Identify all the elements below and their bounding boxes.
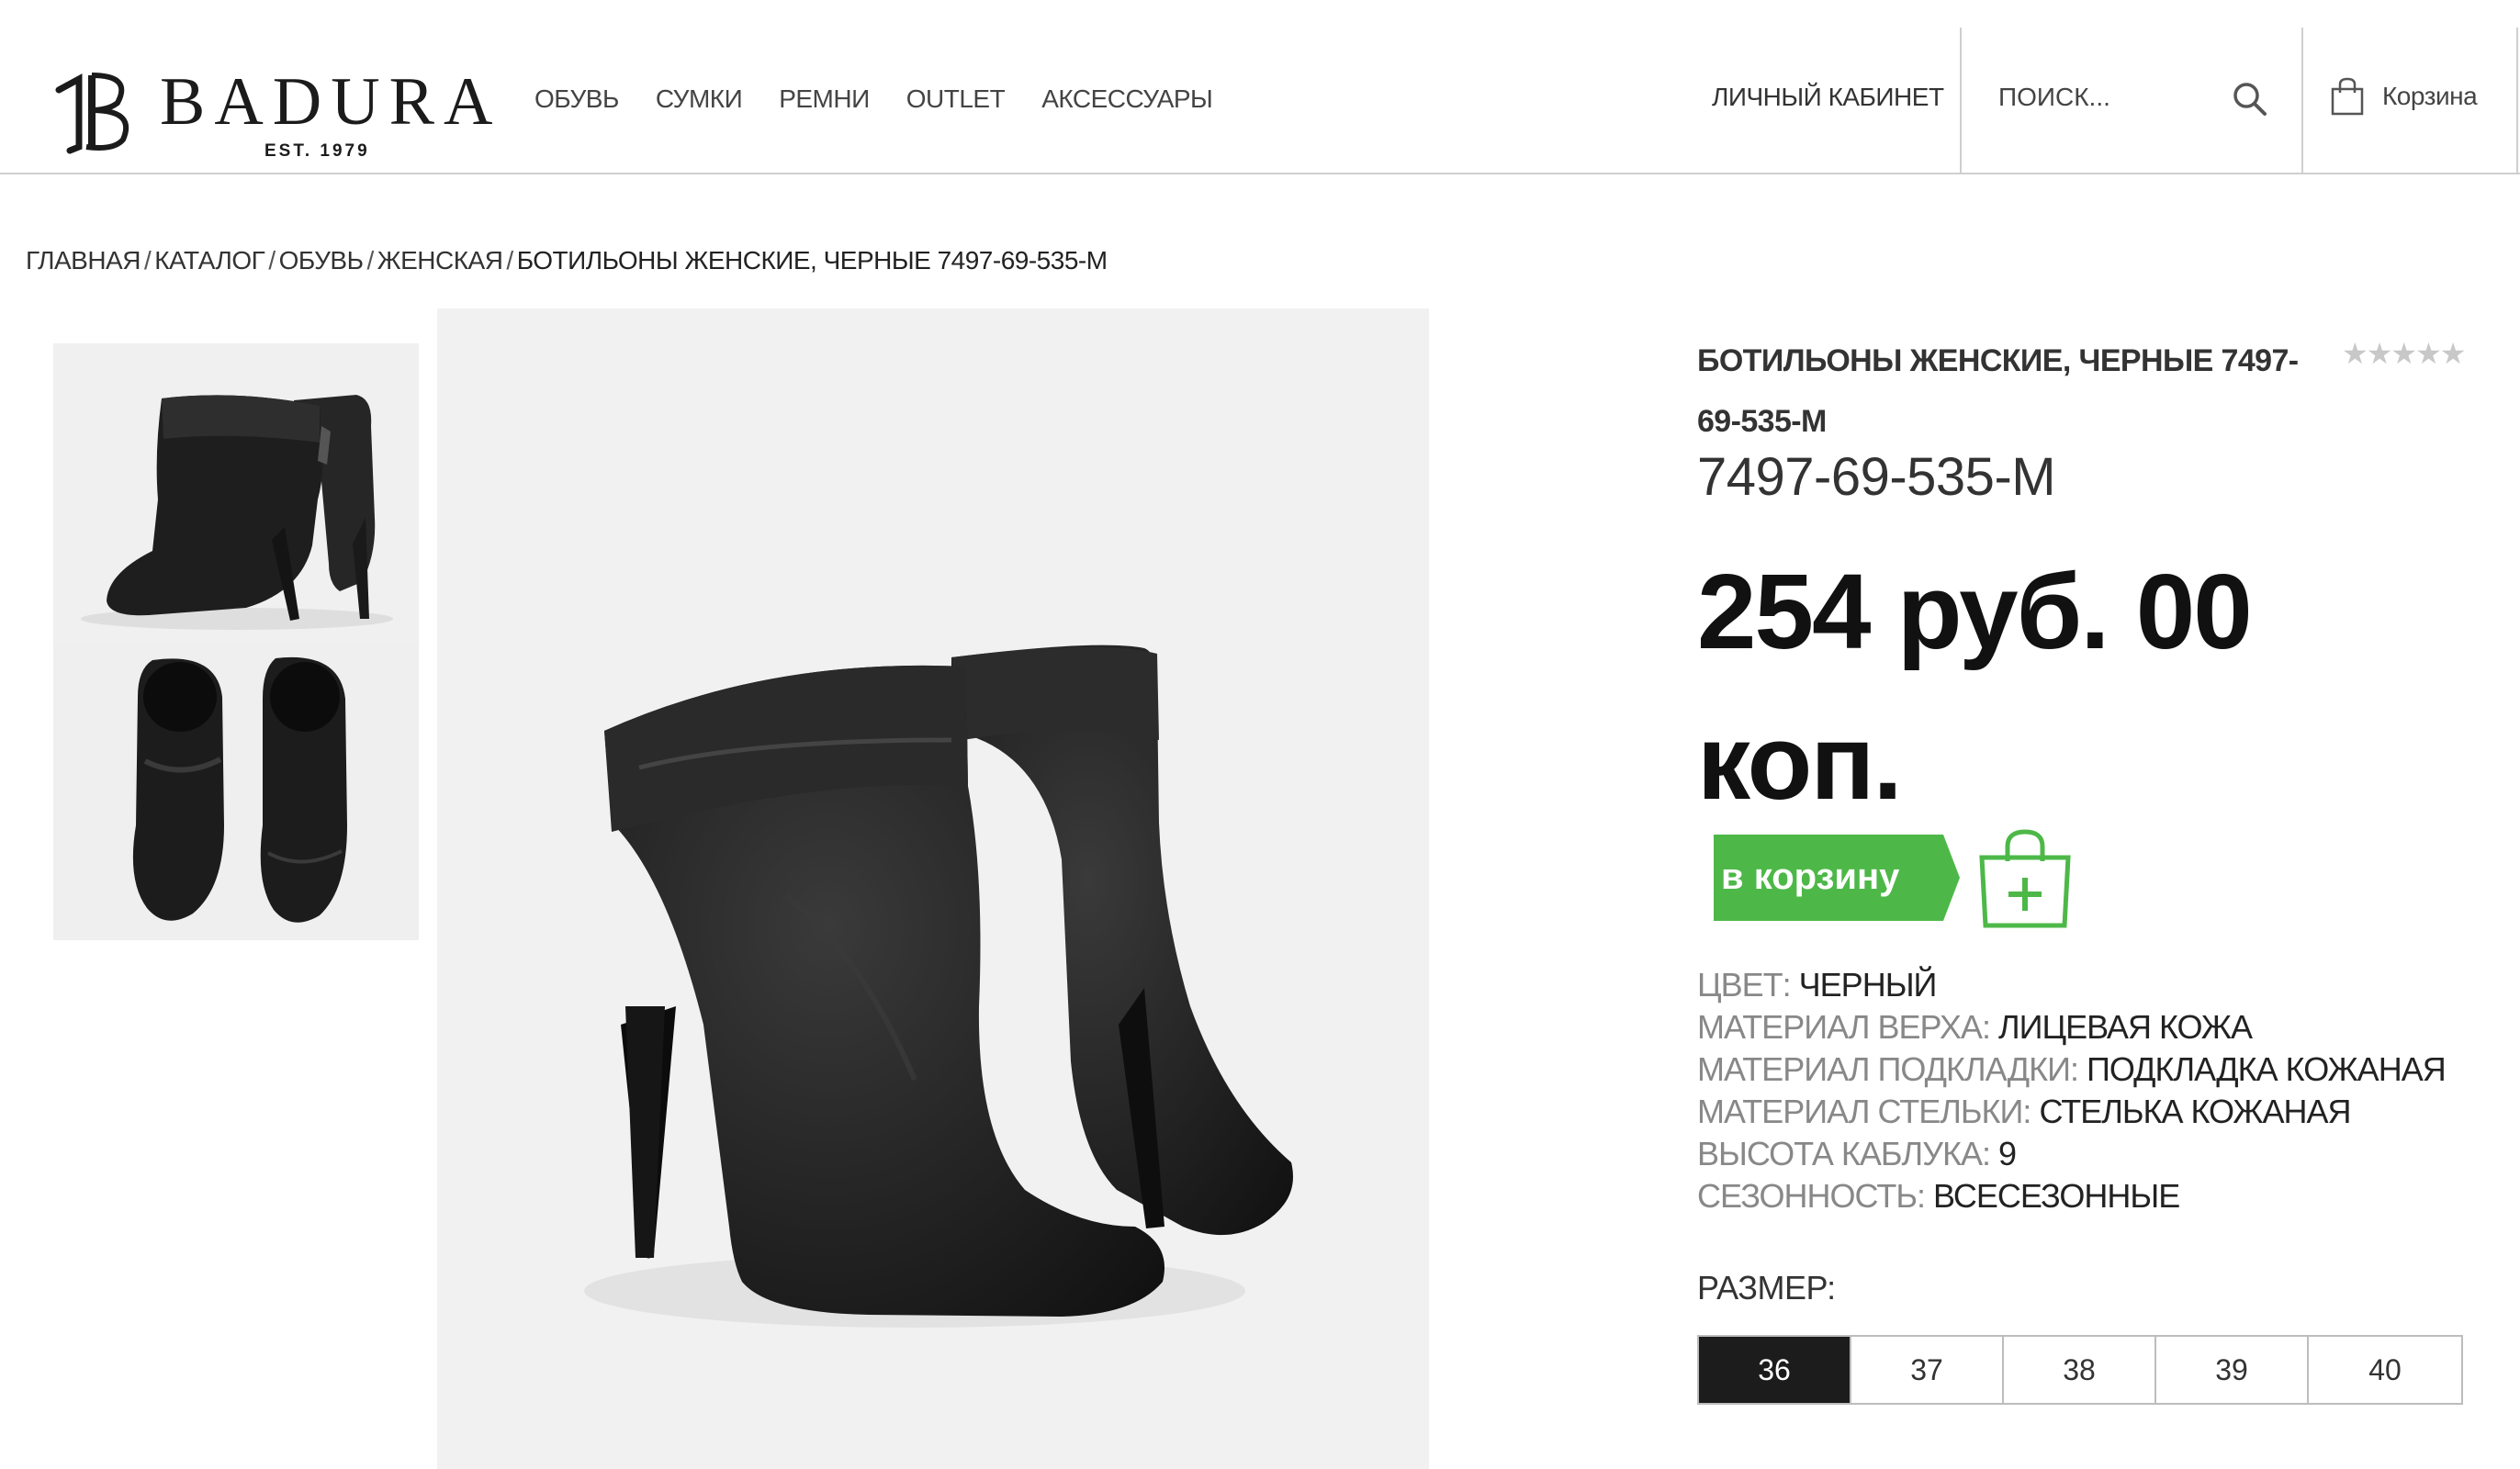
spec-label: ВЫСОТА КАБЛУКА:: [1697, 1135, 1991, 1172]
breadcrumb-separator: /: [143, 246, 152, 275]
spec-value: ВСЕСЕЗОННЫЕ: [1933, 1177, 2180, 1215]
main-nav: ОБУВЬ СУМКИ РЕМНИ OUTLET АКСЕССУАРЫ: [534, 81, 1249, 118]
product-sku: 7497-69-535-М: [1697, 447, 2056, 507]
header-divider: [2301, 28, 2303, 174]
spec-label: ЦВЕТ:: [1697, 966, 1792, 1004]
size-option[interactable]: 39: [2156, 1337, 2309, 1403]
nav-item-outlet[interactable]: OUTLET: [906, 81, 1006, 118]
breadcrumb-separator: /: [366, 246, 374, 275]
spec-label: МАТЕРИАЛ СТЕЛЬКИ:: [1697, 1093, 2031, 1130]
site-header: BADURA EST. 1979 ОБУВЬ СУМКИ РЕМНИ OUTLE…: [0, 0, 2520, 174]
header-divider: [2516, 28, 2518, 174]
size-selector: 36 37 38 39 40: [1697, 1335, 2463, 1405]
spec-insole-material: МАТЕРИАЛ СТЕЛЬКИ: СТЕЛЬКА КОЖАНАЯ: [1697, 1091, 2446, 1133]
breadcrumb-women[interactable]: ЖЕНСКАЯ: [377, 246, 503, 275]
product-thumbnail-side[interactable]: [53, 343, 419, 642]
bag-plus-icon[interactable]: [1974, 826, 2076, 929]
cart-label: Корзина: [2382, 82, 2478, 110]
spec-label: МАТЕРИАЛ ВЕРХА:: [1697, 1008, 1991, 1046]
spec-value: ЧЕРНЫЙ: [1798, 966, 1938, 1004]
breadcrumb-shoes[interactable]: ОБУВЬ: [279, 246, 364, 275]
size-option[interactable]: 40: [2309, 1337, 2461, 1403]
size-option-selected[interactable]: 36: [1699, 1337, 1851, 1403]
spec-value: 9: [1998, 1135, 2017, 1172]
search-input[interactable]: [1998, 77, 2210, 118]
spec-value: СТЕЛЬКА КОЖАНАЯ: [2039, 1093, 2351, 1130]
logo-monogram-icon: [55, 73, 129, 154]
nav-item-shoes[interactable]: ОБУВЬ: [534, 81, 619, 118]
breadcrumb-separator: /: [506, 246, 513, 275]
spec-heel-height: ВЫСОТА КАБЛУКА: 9: [1697, 1133, 2446, 1175]
spec-season: СЕЗОННОСТЬ: ВСЕСЕЗОННЫЕ: [1697, 1175, 2446, 1217]
product-price: 254 руб. 00 коп.: [1697, 552, 2253, 822]
spec-upper-material: МАТЕРИАЛ ВЕРХА: ЛИЦЕВАЯ КОЖА: [1697, 1006, 2446, 1048]
badura-logo[interactable]: BADURA EST. 1979: [51, 62, 492, 163]
cart-link[interactable]: Корзина: [2329, 73, 2478, 119]
rating-stars[interactable]: ★★★★★: [2342, 336, 2466, 371]
add-to-cart-label: в корзину: [1721, 857, 1900, 897]
shopping-bag-icon: [2331, 77, 2364, 116]
logo-wordmark: BADURA: [160, 64, 502, 140]
spec-value: ПОДКЛАДКА КОЖАНАЯ: [2087, 1050, 2447, 1088]
thumbnail-gallery: [53, 343, 419, 940]
search-icon[interactable]: [2230, 79, 2270, 119]
breadcrumb-separator: /: [268, 246, 276, 275]
size-option[interactable]: 38: [2004, 1337, 2156, 1403]
product-thumbnail-top[interactable]: [53, 642, 419, 940]
nav-item-accessories[interactable]: АКСЕССУАРЫ: [1041, 81, 1213, 118]
product-specs: ЦВЕТ: ЧЕРНЫЙ МАТЕРИАЛ ВЕРХА: ЛИЦЕВАЯ КОЖ…: [1697, 964, 2447, 1217]
nav-item-belts[interactable]: РЕМНИ: [779, 81, 870, 118]
breadcrumb: ГЛАВНАЯ / КАТАЛОГ / ОБУВЬ / ЖЕНСКАЯ / БОТИЛЬОНЫ …: [26, 246, 1108, 275]
logo-established: EST. 1979: [264, 141, 370, 161]
nav-item-bags[interactable]: СУМКИ: [656, 81, 743, 118]
size-label: РАЗМЕР:: [1697, 1269, 1836, 1306]
size-option[interactable]: 37: [1851, 1337, 2004, 1403]
product-title: БОТИЛЬОНЫ ЖЕНСКИЕ, ЧЕРНЫЕ 7497-69-535-М: [1697, 343, 2299, 439]
spec-label: СЕЗОННОСТЬ:: [1697, 1177, 1926, 1215]
spec-label: МАТЕРИАЛ ПОДКЛАДКИ:: [1697, 1050, 2079, 1088]
add-to-cart-button[interactable]: в корзину: [1714, 835, 1960, 921]
header-divider: [1960, 28, 1962, 174]
add-to-cart-group: в корзину: [1714, 826, 2076, 929]
product-main-image[interactable]: [437, 308, 1429, 1469]
breadcrumb-current: БОТИЛЬОНЫ ЖЕНСКИЕ, ЧЕРНЫЕ 7497-69-535-М: [516, 246, 1108, 275]
account-link[interactable]: ЛИЧНЫЙ КАБИНЕТ: [1712, 79, 1944, 116]
breadcrumb-home[interactable]: ГЛАВНАЯ: [26, 246, 141, 275]
breadcrumb-catalog[interactable]: КАТАЛОГ: [154, 246, 265, 275]
spec-lining-material: МАТЕРИАЛ ПОДКЛАДКИ: ПОДКЛАДКА КОЖАНАЯ: [1697, 1048, 2447, 1091]
spec-color: ЦВЕТ: ЧЕРНЫЙ: [1697, 964, 2446, 1006]
spec-value: ЛИЦЕВАЯ КОЖА: [1997, 1008, 2253, 1046]
